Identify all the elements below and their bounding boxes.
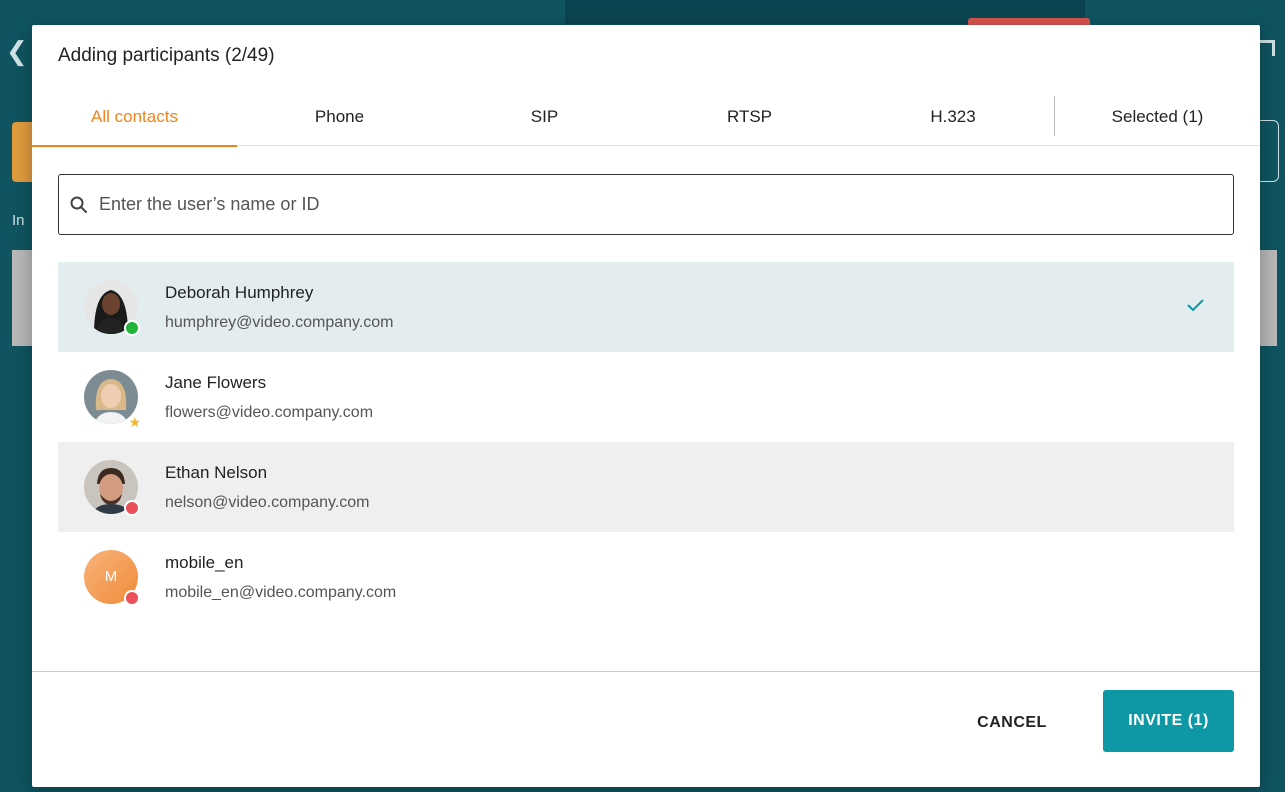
avatar: ★: [84, 370, 141, 429]
contact-email: nelson@video.company.com: [165, 494, 370, 511]
avatar: M: [84, 550, 140, 606]
contact-name: Deborah Humphrey: [165, 283, 314, 302]
back-arrow-icon[interactable]: ❮: [6, 38, 28, 64]
tab-all-contacts[interactable]: All contacts: [32, 93, 237, 147]
fullscreen-icon[interactable]: [1259, 40, 1275, 56]
dialog-title: Adding participants (2/49): [58, 45, 275, 66]
tab-selected[interactable]: Selected (1): [1055, 93, 1260, 146]
invite-button[interactable]: INVITE (1): [1103, 690, 1234, 752]
search-box: [58, 174, 1234, 235]
cancel-button[interactable]: CANCEL: [962, 693, 1062, 753]
search-icon: [70, 196, 87, 213]
contact-row-deborah-humphrey[interactable]: Deborah Humphrey humphrey@video.company.…: [58, 262, 1234, 352]
search-input[interactable]: [99, 175, 1219, 234]
status-online-icon: [124, 320, 140, 336]
contact-email: mobile_en@video.company.com: [165, 584, 397, 601]
tab-phone[interactable]: Phone: [237, 93, 442, 146]
status-busy-icon: [124, 500, 140, 516]
tab-h323[interactable]: H.323: [852, 93, 1054, 146]
contact-email: humphrey@video.company.com: [165, 314, 394, 331]
contact-row-jane-flowers[interactable]: ★ Jane Flowers flowers@video.company.com: [58, 352, 1234, 442]
contact-type-tabs: All contacts Phone SIP RTSP H.323 Select…: [32, 93, 1260, 147]
background-grey-panel-left: [12, 250, 34, 346]
adding-participants-dialog: Adding participants (2/49) All contacts …: [32, 25, 1260, 787]
contact-name: Ethan Nelson: [165, 463, 268, 482]
background-grey-panel-right: [1257, 250, 1277, 346]
avatar: [84, 280, 140, 336]
status-busy-icon: [124, 590, 140, 606]
contact-list: Deborah Humphrey humphrey@video.company.…: [58, 262, 1234, 622]
contact-email: flowers@video.company.com: [165, 404, 374, 421]
favorite-star-icon: ★: [128, 414, 141, 430]
footer-divider: [32, 671, 1260, 672]
avatar: [84, 460, 140, 516]
tab-rtsp[interactable]: RTSP: [647, 93, 852, 146]
contact-row-ethan-nelson[interactable]: Ethan Nelson nelson@video.company.com: [58, 442, 1234, 532]
background-partial-label: In: [12, 212, 25, 229]
background-outlined-box: [1257, 120, 1279, 182]
checkmark-icon: [1187, 299, 1204, 312]
contact-name: mobile_en: [165, 553, 244, 572]
contact-row-mobile-en[interactable]: M mobile_en mobile_en@video.company.com: [58, 532, 1234, 622]
background-orange-button: [12, 122, 34, 182]
tab-sip[interactable]: SIP: [442, 93, 647, 146]
contact-name: Jane Flowers: [165, 373, 267, 392]
